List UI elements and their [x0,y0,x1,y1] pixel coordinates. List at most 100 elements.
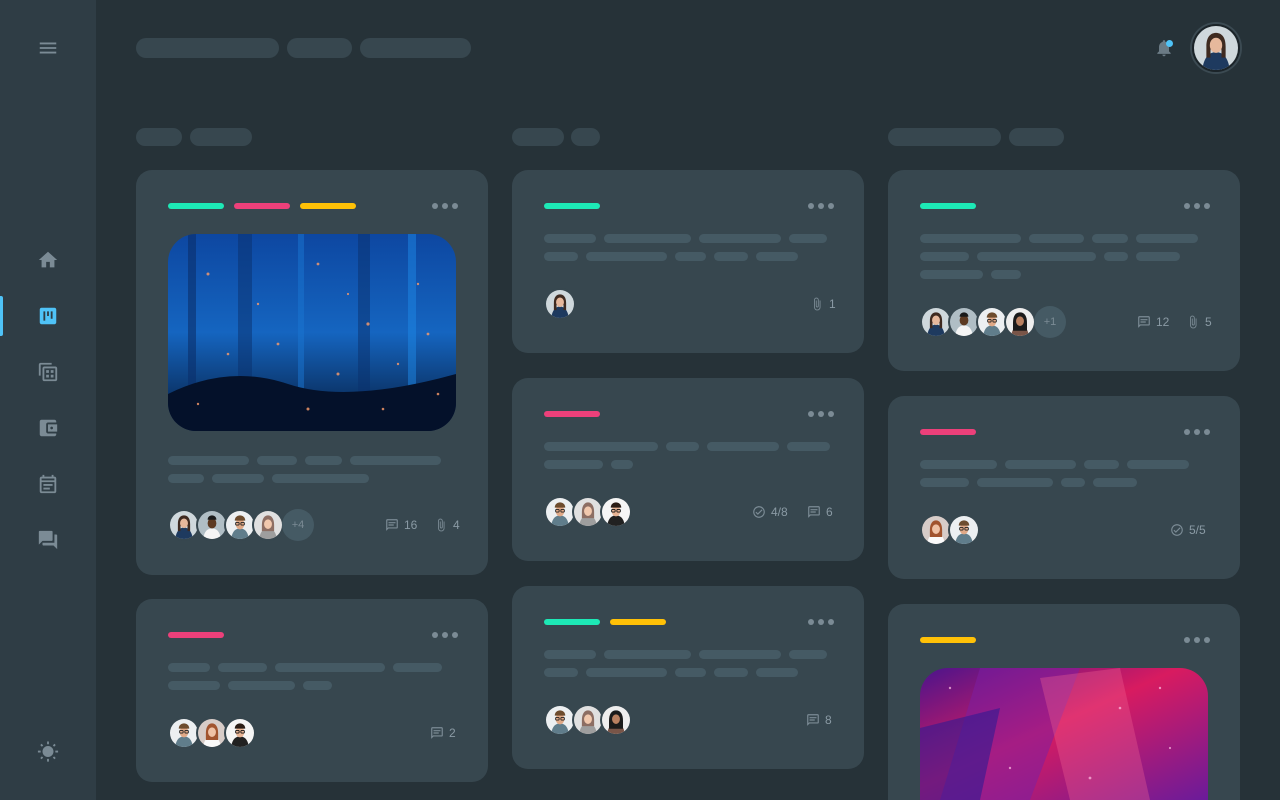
task-card[interactable]: 4/8 6 [512,378,864,561]
column-title-placeholder [190,128,252,146]
text-placeholder [257,456,297,465]
text-placeholder [544,442,658,451]
comment-count-value: 12 [1156,315,1170,329]
text-placeholder [544,668,578,677]
sun-icon [37,741,59,762]
task-card[interactable]: +4 16 4 [136,170,488,575]
text-placeholder [920,460,997,469]
text-placeholder [1093,478,1137,487]
attachment-count: 4 [434,517,460,533]
sidebar-item-home[interactable] [0,240,96,280]
sidebar-item-calendar[interactable] [0,464,96,504]
attachment-count-value: 5 [1205,315,1212,329]
card-more-button[interactable] [808,617,834,627]
text-placeholder [350,456,441,465]
checklist-progress-value: 4/8 [771,505,788,519]
breadcrumb-placeholder [360,38,471,58]
card-more-button[interactable] [432,630,458,640]
text-placeholder [303,681,332,690]
sidebar-item-chat[interactable] [0,520,96,560]
menu-icon [39,42,57,54]
menu-button[interactable] [0,28,96,68]
card-more-button[interactable] [808,409,834,419]
member-avatar[interactable] [544,288,576,320]
text-placeholder [920,252,969,261]
label-tag-teal [544,203,600,209]
sidebar [0,0,96,800]
comment-count: 8 [806,712,832,728]
text-placeholder [756,252,798,261]
attachment-count: 5 [1186,314,1212,330]
member-avatar[interactable] [600,704,632,736]
text-placeholder [604,650,691,659]
comment-count-value: 8 [825,713,832,727]
attachment-count: 1 [810,296,836,312]
attachment-icon [810,297,824,311]
comment-icon [385,518,399,532]
text-placeholder [1136,234,1198,243]
card-more-button[interactable] [1184,201,1210,211]
sidebar-item-table[interactable] [0,352,96,392]
text-placeholder [611,460,633,469]
label-tag-teal [920,203,976,209]
task-card[interactable]: 1 [512,170,864,353]
card-more-button[interactable] [808,201,834,211]
text-placeholder [1084,460,1119,469]
text-placeholder [699,234,781,243]
column-title-placeholder [1009,128,1064,146]
text-placeholder [789,234,827,243]
extra-members-badge[interactable]: +1 [1034,306,1066,338]
theme-toggle[interactable] [0,732,96,772]
card-more-button[interactable] [1184,635,1210,645]
task-card[interactable]: 2 [136,599,488,782]
user-avatar[interactable] [1192,24,1240,72]
text-placeholder [920,234,1021,243]
label-tag-pink [168,632,224,638]
text-placeholder [920,478,969,487]
extra-members-badge[interactable]: +4 [282,509,314,541]
label-tag-teal [168,203,224,209]
text-placeholder [675,668,706,677]
text-placeholder [787,442,830,451]
member-avatar[interactable] [1004,306,1036,338]
label-tag-teal [544,619,600,625]
card-cover-image [920,668,1208,800]
wallet-icon [39,419,58,437]
text-placeholder [1061,478,1085,487]
text-placeholder [228,681,295,690]
column-title-placeholder [136,128,182,146]
attachment-count-value: 1 [829,297,836,311]
task-card[interactable]: 8 [512,586,864,769]
card-more-button[interactable] [1184,427,1210,437]
text-placeholder [1029,234,1084,243]
task-card[interactable]: +1 12 5 [888,170,1240,371]
task-card[interactable]: 5/5 [888,396,1240,579]
text-placeholder [272,474,369,483]
attachment-count-value: 4 [453,518,460,532]
text-placeholder [675,252,706,261]
text-placeholder [666,442,699,451]
label-tag-pink [920,429,976,435]
sidebar-item-board[interactable] [0,296,96,336]
member-avatar[interactable] [252,509,284,541]
text-placeholder [544,460,603,469]
sidebar-item-wallet[interactable] [0,408,96,448]
text-placeholder [544,650,596,659]
text-placeholder [1104,252,1128,261]
column-title-placeholder [888,128,1001,146]
card-more-button[interactable] [432,201,458,211]
text-placeholder [586,252,667,261]
board-icon [39,307,57,325]
breadcrumb-placeholder [136,38,279,58]
member-avatar[interactable] [948,514,980,546]
comment-count: 12 [1137,314,1169,330]
user-avatar-image [1194,26,1238,70]
text-placeholder [714,668,748,677]
text-placeholder [604,234,691,243]
comment-count: 6 [807,504,833,520]
attachment-icon [1186,315,1200,329]
member-avatar[interactable] [224,717,256,749]
column-title-placeholder [571,128,600,146]
task-card[interactable] [888,604,1240,800]
member-avatar[interactable] [600,496,632,528]
